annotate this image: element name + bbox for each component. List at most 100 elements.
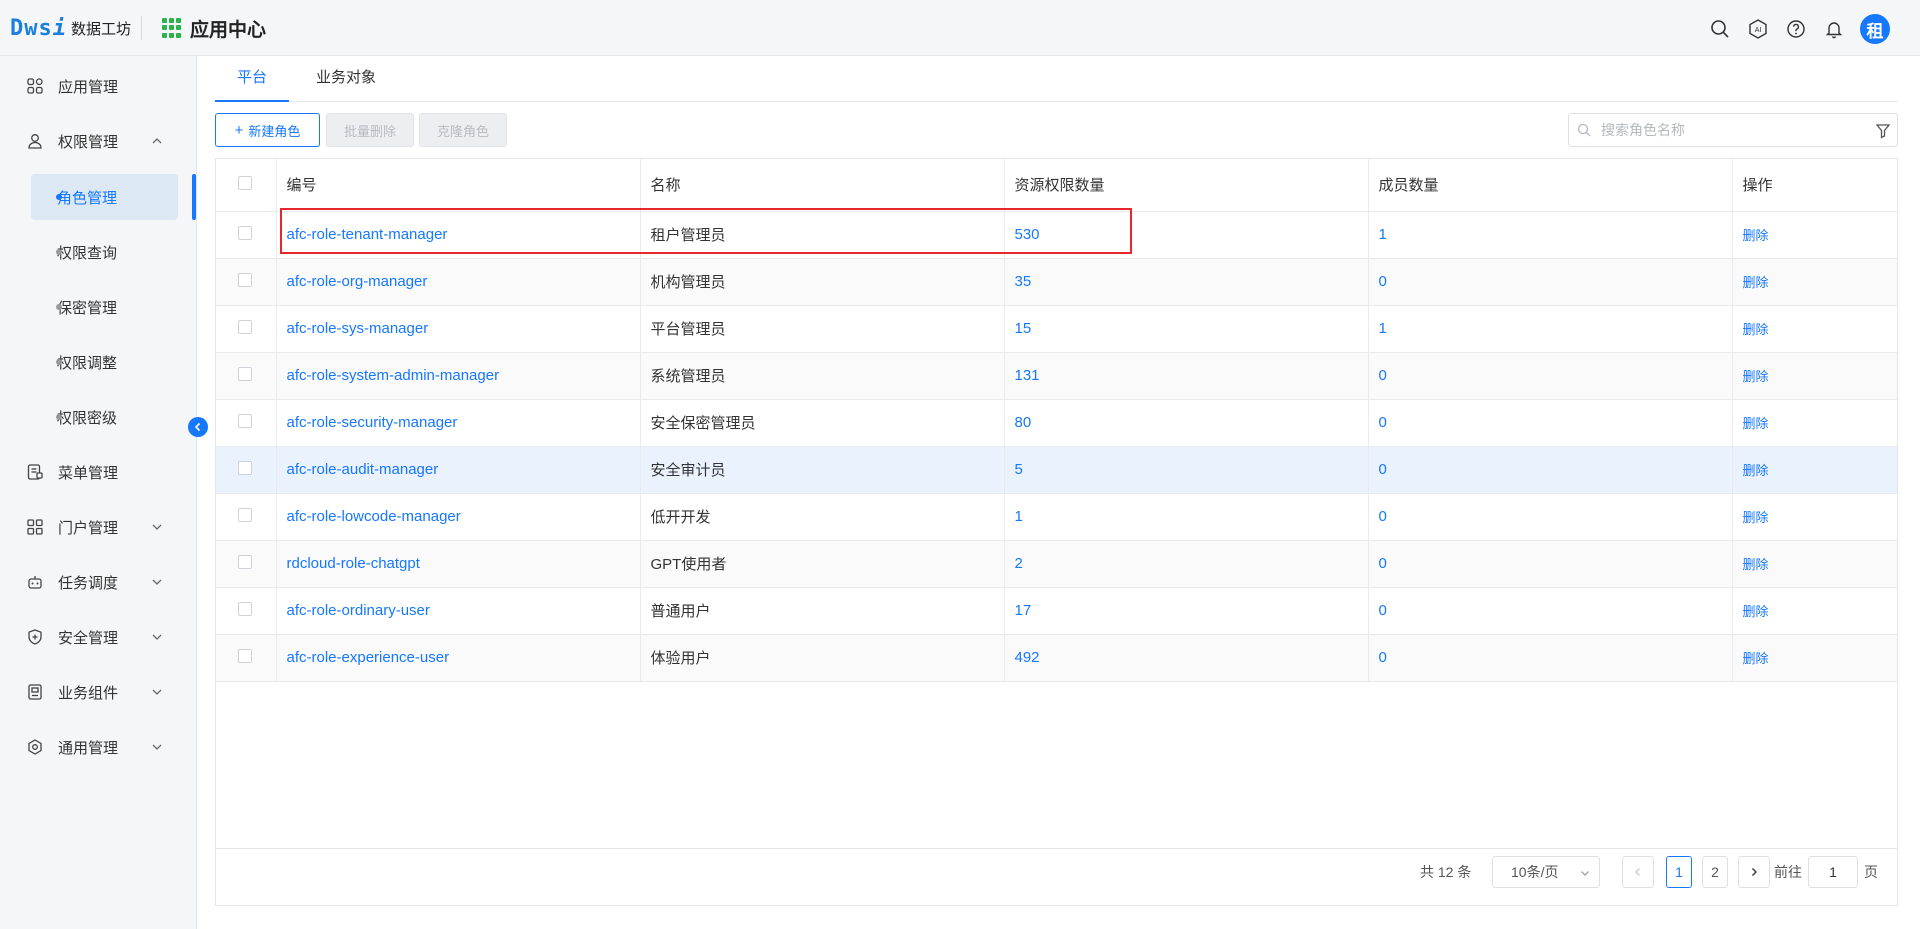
member-count-link[interactable]: 0 [1379, 367, 1387, 384]
help-icon[interactable] [1784, 17, 1808, 41]
resource-count-link[interactable]: 17 [1015, 602, 1032, 619]
resource-count-link[interactable]: 5 [1015, 461, 1023, 478]
row-checkbox[interactable] [238, 507, 252, 522]
ai-icon[interactable]: AI [1746, 17, 1770, 41]
delete-link[interactable]: 删除 [1743, 651, 1769, 666]
row-checkbox[interactable] [238, 460, 252, 475]
member-count-link[interactable]: 0 [1379, 414, 1387, 431]
sidebar-item-business-components[interactable]: 业务组件 [0, 672, 197, 712]
prev-page-button[interactable] [1622, 856, 1654, 888]
new-role-button[interactable]: + 新建角色 [215, 113, 320, 147]
resource-count-link[interactable]: 15 [1015, 320, 1032, 337]
page-button-1[interactable]: 1 [1666, 856, 1692, 888]
tab-business-object[interactable]: 业务对象 [301, 56, 391, 102]
column-header-code[interactable]: 编号 [275, 159, 640, 212]
delete-link[interactable]: 删除 [1743, 510, 1769, 525]
role-code-link[interactable]: afc-role-sys-manager [287, 320, 429, 337]
row-checkbox[interactable] [238, 648, 252, 663]
select-all-checkbox[interactable] [238, 175, 252, 190]
column-header-members[interactable]: 成员数量 [1367, 159, 1732, 212]
resource-count-link[interactable]: 530 [1015, 226, 1040, 243]
member-count-link[interactable]: 1 [1379, 320, 1387, 337]
role-code-link[interactable]: afc-role-ordinary-user [287, 602, 430, 619]
role-code-link[interactable]: afc-role-system-admin-manager [287, 367, 500, 384]
row-checkbox[interactable] [238, 554, 252, 569]
page-size-select[interactable]: 10条/页 [1492, 856, 1600, 888]
sidebar-item-permission-management[interactable]: 权限管理 [0, 121, 197, 161]
resource-count-link[interactable]: 1 [1015, 508, 1023, 525]
column-header-name[interactable]: 名称 [639, 159, 1004, 212]
sidebar-subitem-permission-level[interactable]: 权限密级 [31, 394, 178, 440]
member-count-link[interactable]: 0 [1379, 602, 1387, 619]
search-icon[interactable] [1708, 17, 1732, 41]
role-code-link[interactable]: afc-role-org-manager [287, 273, 428, 290]
sidebar-subitem-label: 权限调整 [57, 354, 118, 372]
table-row: afc-role-lowcode-manager 低开开发 1 0 删除 [216, 493, 1897, 541]
delete-link[interactable]: 删除 [1743, 463, 1769, 478]
resource-count-link[interactable]: 35 [1015, 273, 1032, 290]
sidebar-subitem-secrecy-management[interactable]: 保密管理 [31, 284, 178, 330]
row-checkbox[interactable] [238, 366, 252, 381]
page-button-2[interactable]: 2 [1702, 856, 1728, 888]
goto-page-input[interactable]: 1 [1808, 856, 1858, 888]
sidebar-collapse-button[interactable] [188, 417, 208, 437]
role-code-link[interactable]: rdcloud-role-chatgpt [287, 555, 420, 572]
next-page-button[interactable] [1738, 856, 1770, 888]
role-code-link[interactable]: afc-role-audit-manager [287, 461, 439, 478]
row-checkbox-cell [216, 587, 276, 635]
role-code-link[interactable]: afc-role-experience-user [287, 649, 450, 666]
sidebar-subitem-role-management[interactable]: 角色管理 [31, 174, 178, 220]
row-checkbox-cell [216, 446, 276, 494]
column-header-resources[interactable]: 资源权限数量 [1003, 159, 1368, 212]
delete-link[interactable]: 删除 [1743, 369, 1769, 384]
logo[interactable]: Dwsi 数据工坊 [10, 14, 131, 42]
resource-count-link[interactable]: 131 [1015, 367, 1040, 384]
plus-icon: + [234, 121, 244, 139]
header-divider [141, 16, 142, 40]
delete-link[interactable]: 删除 [1743, 322, 1769, 337]
sidebar-item-general-management[interactable]: 通用管理 [0, 727, 197, 767]
tab-platform[interactable]: 平台 [215, 56, 289, 102]
member-count-link[interactable]: 0 [1379, 508, 1387, 525]
row-checkbox[interactable] [238, 601, 252, 616]
sidebar-item-menu-management[interactable]: 菜单管理 [0, 452, 197, 492]
resource-count-link[interactable]: 492 [1015, 649, 1040, 666]
avatar[interactable]: 租 [1860, 14, 1890, 44]
member-count-link[interactable]: 1 [1379, 226, 1387, 243]
role-name: 机构管理员 [639, 258, 1004, 306]
resource-count-link[interactable]: 80 [1015, 414, 1032, 431]
member-count-link[interactable]: 0 [1379, 461, 1387, 478]
role-name: GPT使用者 [639, 540, 1004, 588]
role-code-link[interactable]: afc-role-security-manager [287, 414, 458, 431]
role-code-link[interactable]: afc-role-tenant-manager [287, 226, 448, 243]
sidebar-item-portal-management[interactable]: 门户管理 [0, 507, 197, 547]
delete-link[interactable]: 删除 [1743, 557, 1769, 572]
delete-link[interactable]: 删除 [1743, 416, 1769, 431]
bell-icon[interactable] [1822, 17, 1846, 41]
batch-delete-button[interactable]: 批量删除 [326, 113, 414, 147]
row-checkbox[interactable] [238, 413, 252, 428]
delete-link[interactable]: 删除 [1743, 604, 1769, 619]
delete-link[interactable]: 删除 [1743, 275, 1769, 290]
sidebar-item-app-management[interactable]: 应用管理 [0, 66, 197, 106]
row-checkbox[interactable] [238, 272, 252, 287]
clone-role-button[interactable]: 克隆角色 [419, 113, 507, 147]
search-input[interactable] [1601, 122, 1871, 138]
select-all-checkbox-cell [216, 159, 276, 212]
sidebar-subitem-permission-query[interactable]: 权限查询 [31, 229, 178, 275]
sidebar-item-security-management[interactable]: 安全管理 [0, 617, 197, 657]
resource-count-link[interactable]: 2 [1015, 555, 1023, 572]
member-count-link[interactable]: 0 [1379, 273, 1387, 290]
delete-link[interactable]: 删除 [1743, 228, 1769, 243]
row-checkbox[interactable] [238, 225, 252, 240]
filter-icon[interactable] [1875, 123, 1891, 139]
sidebar-item-task-scheduling[interactable]: 任务调度 [0, 562, 197, 602]
app-center-link[interactable]: 应用中心 [162, 14, 266, 42]
role-code-link[interactable]: afc-role-lowcode-manager [287, 508, 461, 525]
chevron-down-icon [152, 524, 162, 530]
row-checkbox[interactable] [238, 319, 252, 334]
member-count-link[interactable]: 0 [1379, 555, 1387, 572]
member-count-link[interactable]: 0 [1379, 649, 1387, 666]
table-row: afc-role-sys-manager 平台管理员 15 1 删除 [216, 305, 1897, 353]
sidebar-subitem-permission-adjust[interactable]: 权限调整 [31, 339, 178, 385]
